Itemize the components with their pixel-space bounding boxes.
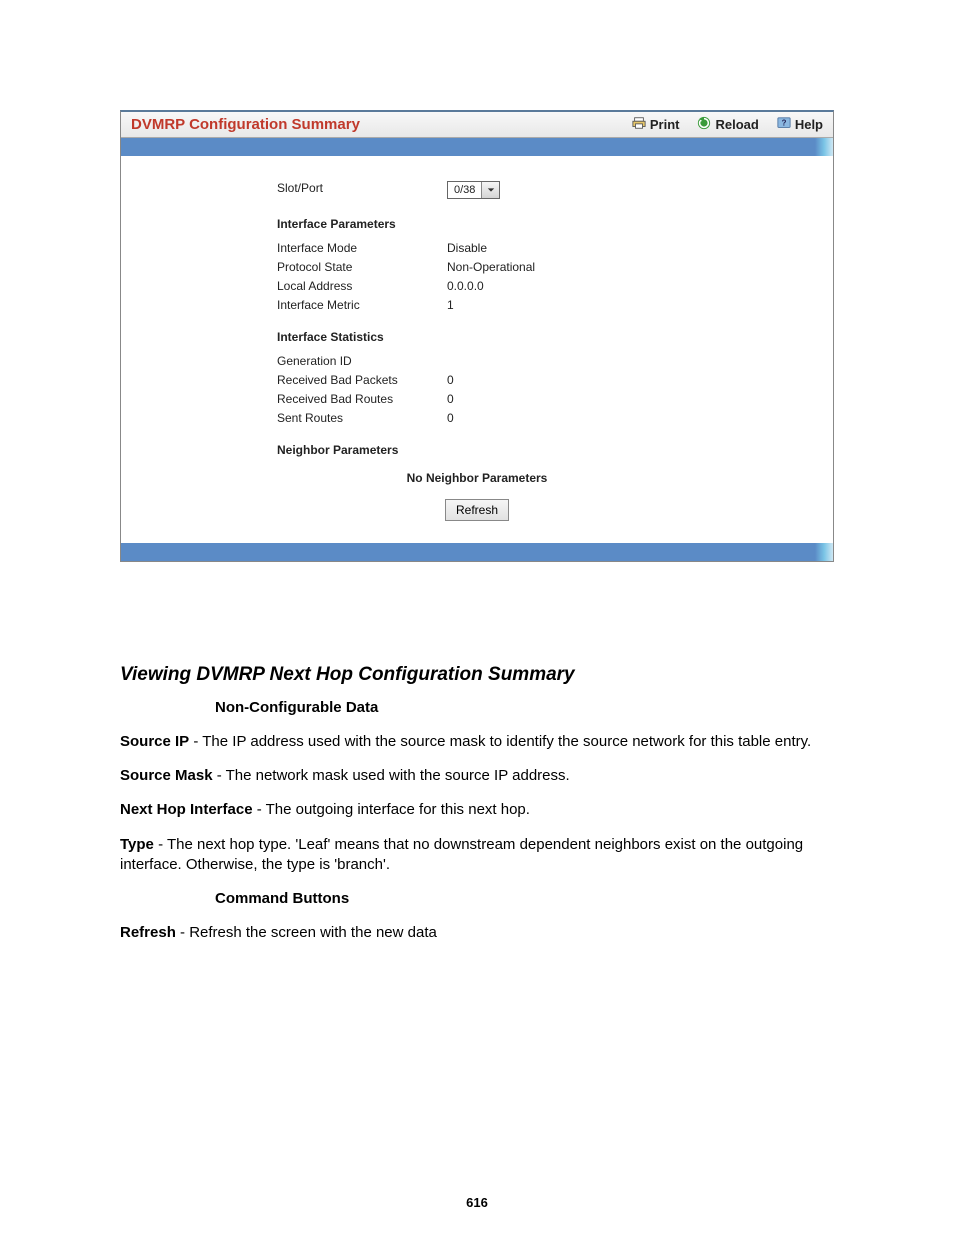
interface-metric-value: 1	[447, 298, 677, 312]
interface-parameters-heading: Interface Parameters	[277, 217, 677, 231]
print-button[interactable]: Print	[632, 116, 680, 133]
interface-metric-label: Interface Metric	[277, 298, 447, 312]
neighbor-parameters-heading: Neighbor Parameters	[277, 443, 677, 457]
source-mask-desc: Source Mask - The network mask used with…	[120, 766, 834, 786]
print-icon	[632, 116, 646, 133]
local-address-label: Local Address	[277, 279, 447, 293]
source-ip-term: Source IP	[120, 733, 189, 750]
refresh-term: Refresh	[120, 924, 176, 941]
type-term: Type	[120, 836, 154, 853]
rx-bad-packets-value: 0	[447, 373, 677, 387]
config-panel: DVMRP Configuration Summary Print Reload	[120, 110, 834, 562]
help-icon: ?	[777, 116, 791, 133]
no-neighbor-note: No Neighbor Parameters	[277, 471, 677, 485]
doc-title: Viewing DVMRP Next Hop Configuration Sum…	[120, 662, 834, 688]
svg-text:?: ?	[781, 119, 786, 128]
panel-header: DVMRP Configuration Summary Print Reload	[121, 112, 833, 138]
reload-icon	[697, 116, 711, 133]
source-ip-desc: Source IP - The IP address used with the…	[120, 732, 834, 752]
cmd-buttons-heading: Command Buttons	[215, 889, 834, 909]
rx-bad-routes-label: Received Bad Routes	[277, 392, 447, 406]
slot-port-select[interactable]: 0/38	[447, 181, 500, 199]
nonconfig-heading: Non-Configurable Data	[215, 698, 834, 718]
page-number: 616	[0, 1195, 954, 1210]
source-mask-term: Source Mask	[120, 767, 213, 784]
sent-routes-value: 0	[447, 411, 677, 425]
reload-button[interactable]: Reload	[697, 116, 758, 133]
rx-bad-packets-label: Received Bad Packets	[277, 373, 447, 387]
rx-bad-routes-value: 0	[447, 392, 677, 406]
top-blue-bar	[121, 138, 833, 156]
panel-title: DVMRP Configuration Summary	[131, 116, 632, 133]
interface-mode-label: Interface Mode	[277, 241, 447, 255]
interface-mode-value: Disable	[447, 241, 677, 255]
panel-actions: Print Reload ? Help	[632, 116, 823, 133]
sent-routes-label: Sent Routes	[277, 411, 447, 425]
local-address-value: 0.0.0.0	[447, 279, 677, 293]
type-desc: Type - The next hop type. 'Leaf' means t…	[120, 835, 834, 876]
documentation-section: Viewing DVMRP Next Hop Configuration Sum…	[120, 662, 834, 944]
chevron-down-icon	[481, 182, 499, 198]
refresh-desc: Refresh - Refresh the screen with the ne…	[120, 923, 834, 943]
refresh-button[interactable]: Refresh	[445, 499, 509, 521]
panel-body: Slot/Port 0/38 Interface Parameters Inte…	[121, 156, 833, 543]
bottom-blue-bar	[121, 543, 833, 561]
generation-id-label: Generation ID	[277, 354, 447, 368]
print-label: Print	[650, 117, 680, 132]
slot-port-label: Slot/Port	[277, 181, 447, 199]
slot-port-value: 0/38	[448, 184, 481, 196]
interface-statistics-heading: Interface Statistics	[277, 330, 677, 344]
help-button[interactable]: ? Help	[777, 116, 823, 133]
protocol-state-label: Protocol State	[277, 260, 447, 274]
generation-id-value	[447, 354, 677, 368]
reload-label: Reload	[715, 117, 758, 132]
next-hop-if-term: Next Hop Interface	[120, 801, 253, 818]
help-label: Help	[795, 117, 823, 132]
protocol-state-value: Non-Operational	[447, 260, 677, 274]
next-hop-if-desc: Next Hop Interface - The outgoing interf…	[120, 800, 834, 820]
